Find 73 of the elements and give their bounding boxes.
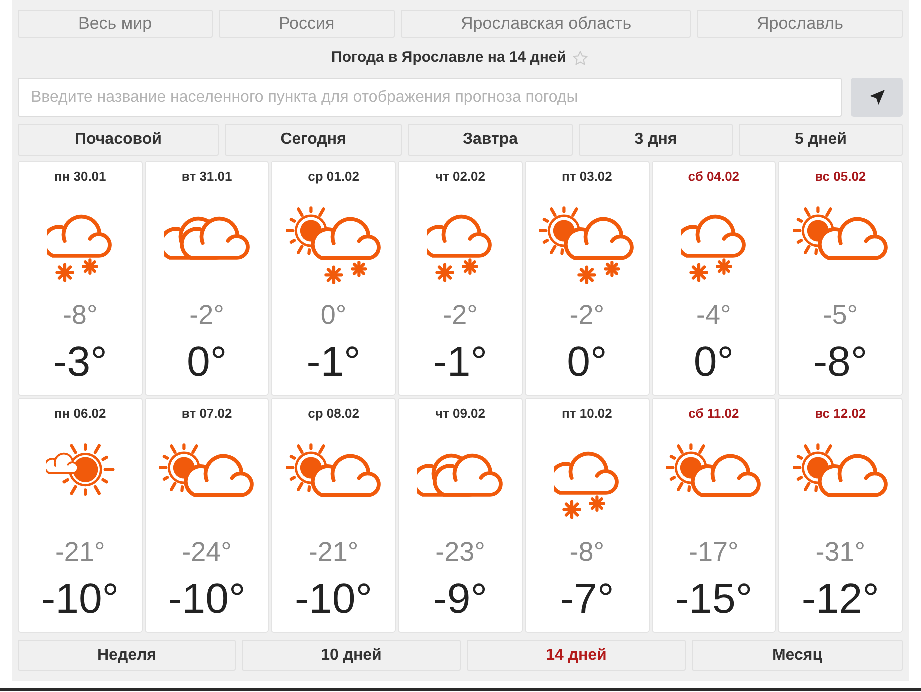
small-temperature: -21°	[55, 536, 106, 568]
search-field[interactable]: Введите название населенного пункта для отображения прогноза погоды	[18, 78, 842, 117]
large-temperature: 0°	[186, 339, 228, 385]
small-temperature: 0°	[320, 299, 347, 331]
small-temperature: -2°	[570, 299, 605, 331]
large-temperature: -10°	[168, 576, 246, 622]
small-temperature: -21°	[308, 536, 359, 568]
small-temperature: -24°	[182, 536, 232, 568]
cloud-snow-icon	[680, 214, 747, 284]
large-temperature: -15°	[675, 576, 753, 622]
large-temperature: -7°	[560, 576, 614, 622]
sun-cloud-icon	[286, 441, 382, 499]
date-label: чт 09.02	[435, 406, 486, 422]
date-label: пн 30.01	[54, 169, 106, 185]
breadcrumb-link[interactable]: Весь мир	[18, 10, 213, 38]
date-label: ср 01.02	[308, 169, 360, 185]
range-tab[interactable]: 10 дней	[242, 640, 461, 671]
date-label: сб 11.02	[688, 406, 740, 422]
date-label: вт 07.02	[182, 406, 232, 422]
cloud-snow-icon	[427, 214, 494, 284]
large-temperature: -1°	[306, 339, 361, 385]
star-icon[interactable]	[572, 50, 590, 66]
sun-cloud-icon	[666, 441, 762, 499]
small-temperature: -8°	[62, 299, 98, 331]
large-temperature: -10°	[295, 576, 373, 622]
range-tab[interactable]: 14 дней	[467, 640, 686, 671]
period-tab[interactable]: 5 дней	[739, 124, 903, 156]
date-label: сб 04.02	[688, 169, 740, 185]
breadcrumb-link[interactable]: Ярославль	[697, 10, 903, 38]
location-arrow-icon	[870, 90, 884, 105]
two-clouds-icon	[417, 453, 504, 499]
period-tab[interactable]: Почасовой	[18, 124, 219, 156]
period-tab[interactable]: Завтра	[408, 124, 573, 156]
large-temperature: -10°	[42, 576, 120, 622]
date-label: пт 10.02	[562, 406, 612, 422]
small-temperature: -5°	[823, 299, 858, 331]
breadcrumb-link[interactable]: Ярославская область	[401, 10, 692, 38]
small-temperature: -23°	[436, 536, 486, 568]
date-label: пт 03.02	[562, 169, 612, 185]
two-clouds-icon	[164, 216, 250, 262]
small-temperature: -4°	[696, 299, 732, 331]
sun-cloud-snow-icon	[539, 204, 636, 286]
small-temperature: -31°	[816, 536, 866, 568]
small-temperature: -2°	[190, 299, 224, 331]
date-label: вс 12.02	[815, 406, 866, 422]
sun-cloud-snow-icon	[286, 204, 382, 286]
location-button[interactable]	[851, 78, 903, 117]
cloud-snow-icon	[47, 214, 114, 284]
date-label: вс 05.02	[815, 169, 866, 185]
cloud-snow-icon	[554, 451, 620, 521]
date-label: ср 08.02	[308, 406, 360, 422]
sun-cloud-icon	[159, 441, 256, 499]
date-label: чт 02.02	[435, 169, 486, 185]
small-temperature: -8°	[570, 536, 605, 568]
small-temperature: -2°	[443, 299, 478, 331]
small-temperature: -17°	[689, 536, 739, 568]
sun-cloud-icon	[792, 204, 889, 262]
large-temperature: 0°	[567, 339, 608, 385]
large-temperature: 0°	[694, 339, 734, 385]
period-tab[interactable]: Сегодня	[225, 124, 402, 156]
large-temperature: -9°	[433, 576, 488, 622]
range-tab[interactable]: Неделя	[18, 640, 236, 671]
sun-cloud-icon	[792, 441, 889, 499]
page-title: Погода в Ярославле на 14 дней	[332, 48, 566, 68]
large-temperature: -3°	[53, 339, 108, 385]
large-temperature: -8°	[814, 339, 868, 385]
date-label: вт 31.01	[182, 169, 232, 185]
large-temperature: -1°	[433, 339, 488, 385]
breadcrumb-link[interactable]: Россия	[218, 10, 396, 38]
range-tab[interactable]: Месяц	[692, 640, 903, 671]
period-tab[interactable]: 3 дня	[579, 124, 733, 156]
large-temperature: -12°	[802, 576, 880, 622]
date-label: пн 06.02	[54, 406, 106, 422]
